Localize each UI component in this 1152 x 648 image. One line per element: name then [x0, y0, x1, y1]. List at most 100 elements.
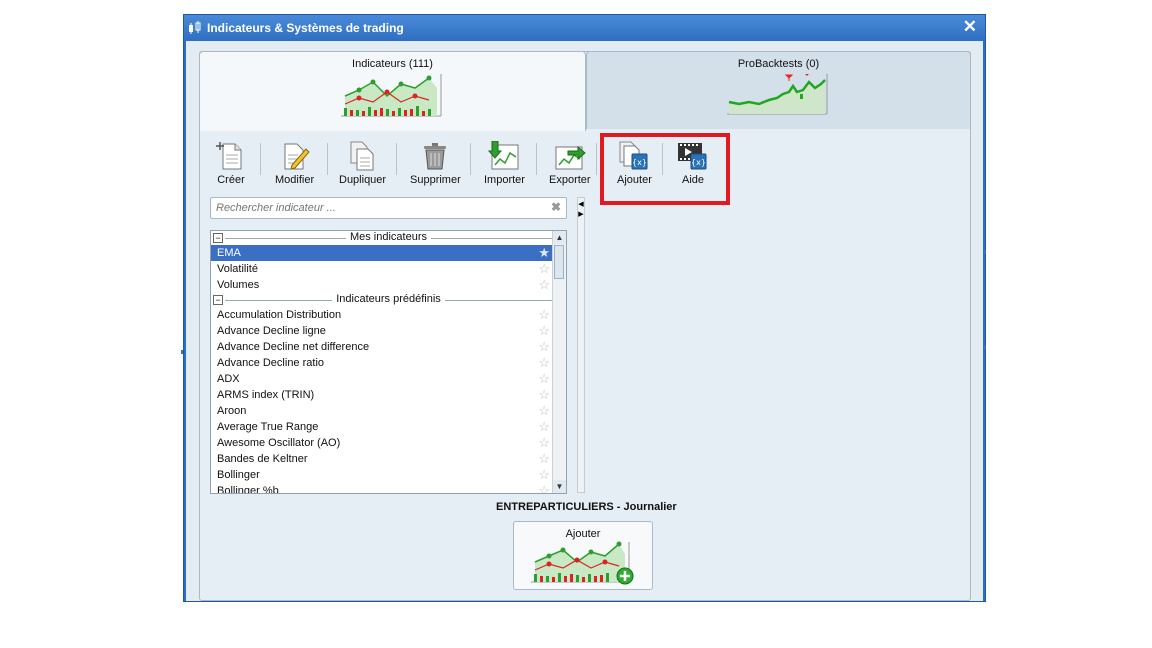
add-indicator-panel[interactable]: Ajouter — [513, 521, 653, 590]
list-item-label: Accumulation Distribution — [217, 309, 342, 321]
search-box[interactable]: ✖ — [210, 197, 567, 219]
star-icon[interactable]: ☆ — [538, 355, 550, 371]
modify-button[interactable]: Modifier — [275, 141, 314, 186]
list-scrollbar[interactable]: ▲ ▼ — [552, 231, 566, 493]
add-label: Ajouter — [617, 174, 652, 186]
toolbar-separator — [396, 143, 397, 175]
duplicate-button[interactable]: Dupliquer — [339, 141, 386, 186]
star-icon[interactable]: ☆ — [538, 261, 550, 277]
list-item-label: ARMS index (TRIN) — [217, 389, 315, 401]
collapse-icon[interactable]: − — [213, 233, 223, 243]
list-item-label: EMA — [217, 247, 241, 259]
list-item-label: Advance Decline ligne — [217, 325, 326, 337]
clear-search-icon[interactable]: ✖ — [551, 200, 561, 214]
scroll-up-icon[interactable]: ▲ — [553, 231, 566, 244]
create-label: Créer — [217, 174, 245, 186]
list-item[interactable]: Advance Decline net difference ☆ — [211, 339, 566, 355]
add-button[interactable]: {x} Ajouter — [617, 141, 652, 186]
list-item[interactable]: ARMS index (TRIN) ☆ — [211, 387, 566, 403]
tab-probacktests-label: ProBacktests (0) — [737, 58, 820, 70]
copy-icon — [350, 141, 374, 171]
star-icon[interactable]: ☆ — [538, 339, 550, 355]
title-bar[interactable]: Indicateurs & Systèmes de trading ✕ — [184, 15, 985, 41]
star-icon[interactable]: ☆ — [538, 419, 550, 435]
list-item-label: Awesome Oscillator (AO) — [217, 437, 341, 449]
delete-label: Supprimer — [410, 174, 461, 186]
toolbar-separator — [536, 143, 537, 175]
window-content: Indicateurs (111) ProBacktests (0) Créer… — [186, 41, 983, 601]
scroll-down-icon[interactable]: ▼ — [553, 480, 566, 493]
toolbar-separator — [596, 143, 597, 175]
tab-probacktests[interactable]: ProBacktests (0) — [586, 51, 971, 129]
import-icon — [488, 141, 519, 170]
trash-icon — [424, 143, 447, 170]
list-item-label: Volatilité — [217, 263, 258, 275]
import-button[interactable]: Importer — [484, 141, 525, 186]
star-icon[interactable]: ☆ — [538, 451, 550, 467]
background-edge-mark — [181, 350, 183, 354]
list-item[interactable]: Average True Range ☆ — [211, 419, 566, 435]
star-icon[interactable]: ☆ — [538, 277, 550, 293]
scroll-thumb[interactable] — [554, 245, 564, 279]
list-item[interactable]: Accumulation Distribution ☆ — [211, 307, 566, 323]
close-icon[interactable]: ✕ — [963, 17, 977, 37]
list-item[interactable]: Awesome Oscillator (AO) ☆ — [211, 435, 566, 451]
star-icon[interactable]: ☆ — [538, 483, 550, 493]
background-edge-mark — [984, 345, 986, 349]
add-indicator-label: Ajouter — [565, 528, 601, 540]
group-my-indicators[interactable]: − Mes indicateurs — [211, 231, 566, 245]
tab-indicators-label: Indicateurs (111) — [352, 58, 433, 70]
help-button[interactable]: {x} Aide — [676, 141, 710, 186]
star-icon[interactable]: ★ — [538, 245, 550, 261]
list-item[interactable]: Advance Decline ratio ☆ — [211, 355, 566, 371]
star-icon[interactable]: ☆ — [538, 387, 550, 403]
list-item[interactable]: Volumes ☆ — [211, 277, 566, 293]
star-icon[interactable]: ☆ — [538, 467, 550, 483]
list-item[interactable]: Advance Decline ligne ☆ — [211, 323, 566, 339]
star-icon[interactable]: ☆ — [538, 371, 550, 387]
window-title: Indicateurs & Systèmes de trading — [207, 21, 404, 35]
search-input[interactable] — [214, 201, 538, 215]
candlestick-icon — [189, 21, 201, 34]
group-label: Indicateurs prédéfinis — [332, 293, 445, 305]
toolbar-separator — [470, 143, 471, 175]
tab-indicators[interactable]: Indicateurs (111) — [199, 51, 586, 131]
group-predefined-indicators[interactable]: − Indicateurs prédéfinis — [211, 293, 566, 307]
delete-button[interactable]: Supprimer — [410, 141, 461, 186]
help-label: Aide — [681, 174, 705, 186]
duplicate-label: Dupliquer — [339, 174, 387, 186]
backtest-chart-icon — [726, 74, 827, 115]
modify-label: Modifier — [275, 174, 315, 186]
star-icon[interactable]: ☆ — [538, 307, 550, 323]
list-item[interactable]: Volatilité ☆ — [211, 261, 566, 277]
star-icon[interactable]: ☆ — [538, 435, 550, 451]
list-item[interactable]: Bollinger %b ☆ — [211, 483, 566, 494]
list-item[interactable]: Bandes de Keltner ☆ — [211, 451, 566, 467]
list-item-label: Bandes de Keltner — [217, 453, 308, 465]
export-label: Exporter — [549, 174, 591, 186]
edit-document-icon — [284, 143, 310, 170]
list-item[interactable]: EMA ★ — [211, 245, 566, 261]
toolbar-separator — [662, 143, 663, 175]
collapse-left-icon[interactable]: ◀ — [578, 200, 584, 208]
star-icon[interactable]: ☆ — [538, 323, 550, 339]
svg-text:{x}: {x} — [632, 158, 647, 167]
indicator-list: − Mes indicateurs EMA ★ Volatilité ☆ Volum… — [210, 230, 567, 494]
panel-splitter[interactable]: ◀ ▶ — [577, 197, 585, 493]
export-button[interactable]: Exporter — [549, 141, 591, 186]
star-icon[interactable]: ☆ — [538, 403, 550, 419]
account-label: ENTREPARTICULIERS - Journalier — [496, 501, 677, 513]
export-icon — [555, 145, 586, 170]
list-item-label: Bollinger %b — [217, 485, 279, 494]
create-button[interactable]: Créer — [216, 141, 246, 186]
list-item[interactable]: Bollinger ☆ — [211, 467, 566, 483]
video-help-icon: {x} — [678, 143, 707, 170]
new-document-icon — [216, 142, 242, 170]
expand-right-icon[interactable]: ▶ — [578, 210, 584, 218]
collapse-icon[interactable]: − — [213, 295, 223, 305]
list-item[interactable]: ADX ☆ — [211, 371, 566, 387]
list-item[interactable]: Aroon ☆ — [211, 403, 566, 419]
list-item-label: Volumes — [217, 279, 260, 291]
indicator-chart-icon — [340, 74, 441, 117]
indicators-window: Indicateurs & Systèmes de trading ✕ Indi… — [183, 14, 986, 602]
